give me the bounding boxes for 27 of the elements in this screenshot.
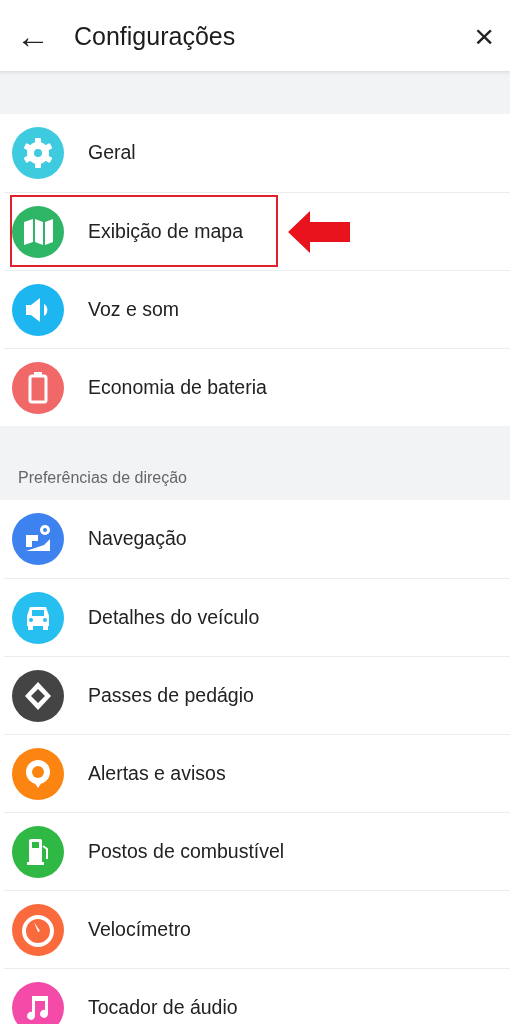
settings-item[interactable]: Navegação	[0, 500, 510, 578]
item-label: Alertas e avisos	[88, 760, 226, 786]
section-heading: Preferências de direção	[17, 468, 188, 488]
item-label: Detalhes do veículo	[88, 604, 260, 630]
close-button[interactable]: ×	[474, 18, 494, 53]
item-label: Geral	[88, 140, 136, 166]
item-label: Postos de combustível	[88, 838, 285, 864]
settings-item[interactable]: Alertas e avisos	[0, 734, 510, 812]
settings-item[interactable]: Tocador de áudio	[0, 968, 510, 1024]
page-title: Configurações	[74, 20, 237, 51]
settings-item[interactable]: Economia de bateria	[0, 348, 510, 426]
item-label: Economia de bateria	[88, 374, 267, 400]
settings-item[interactable]: Detalhes do veículo	[0, 578, 510, 656]
settings-item[interactable]: Passes de pedágio	[0, 656, 510, 734]
settings-item[interactable]: Voz e som	[0, 270, 510, 348]
item-label: Passes de pedágio	[88, 682, 254, 708]
item-label: Navegação	[88, 526, 187, 552]
item-label: Tocador de áudio	[88, 994, 238, 1020]
back-button[interactable]: ←	[16, 18, 50, 53]
settings-item[interactable]: Exibição de mapa	[0, 192, 510, 270]
item-label: Velocímetro	[88, 916, 191, 942]
settings-item[interactable]: Velocímetro	[0, 890, 510, 968]
settings-item[interactable]: Geral	[0, 114, 510, 192]
settings-item[interactable]: Postos de combustível	[0, 812, 510, 890]
arrow-icon	[288, 211, 352, 253]
item-label: Exibição de mapa	[88, 218, 243, 244]
item-label: Voz e som	[88, 296, 180, 322]
